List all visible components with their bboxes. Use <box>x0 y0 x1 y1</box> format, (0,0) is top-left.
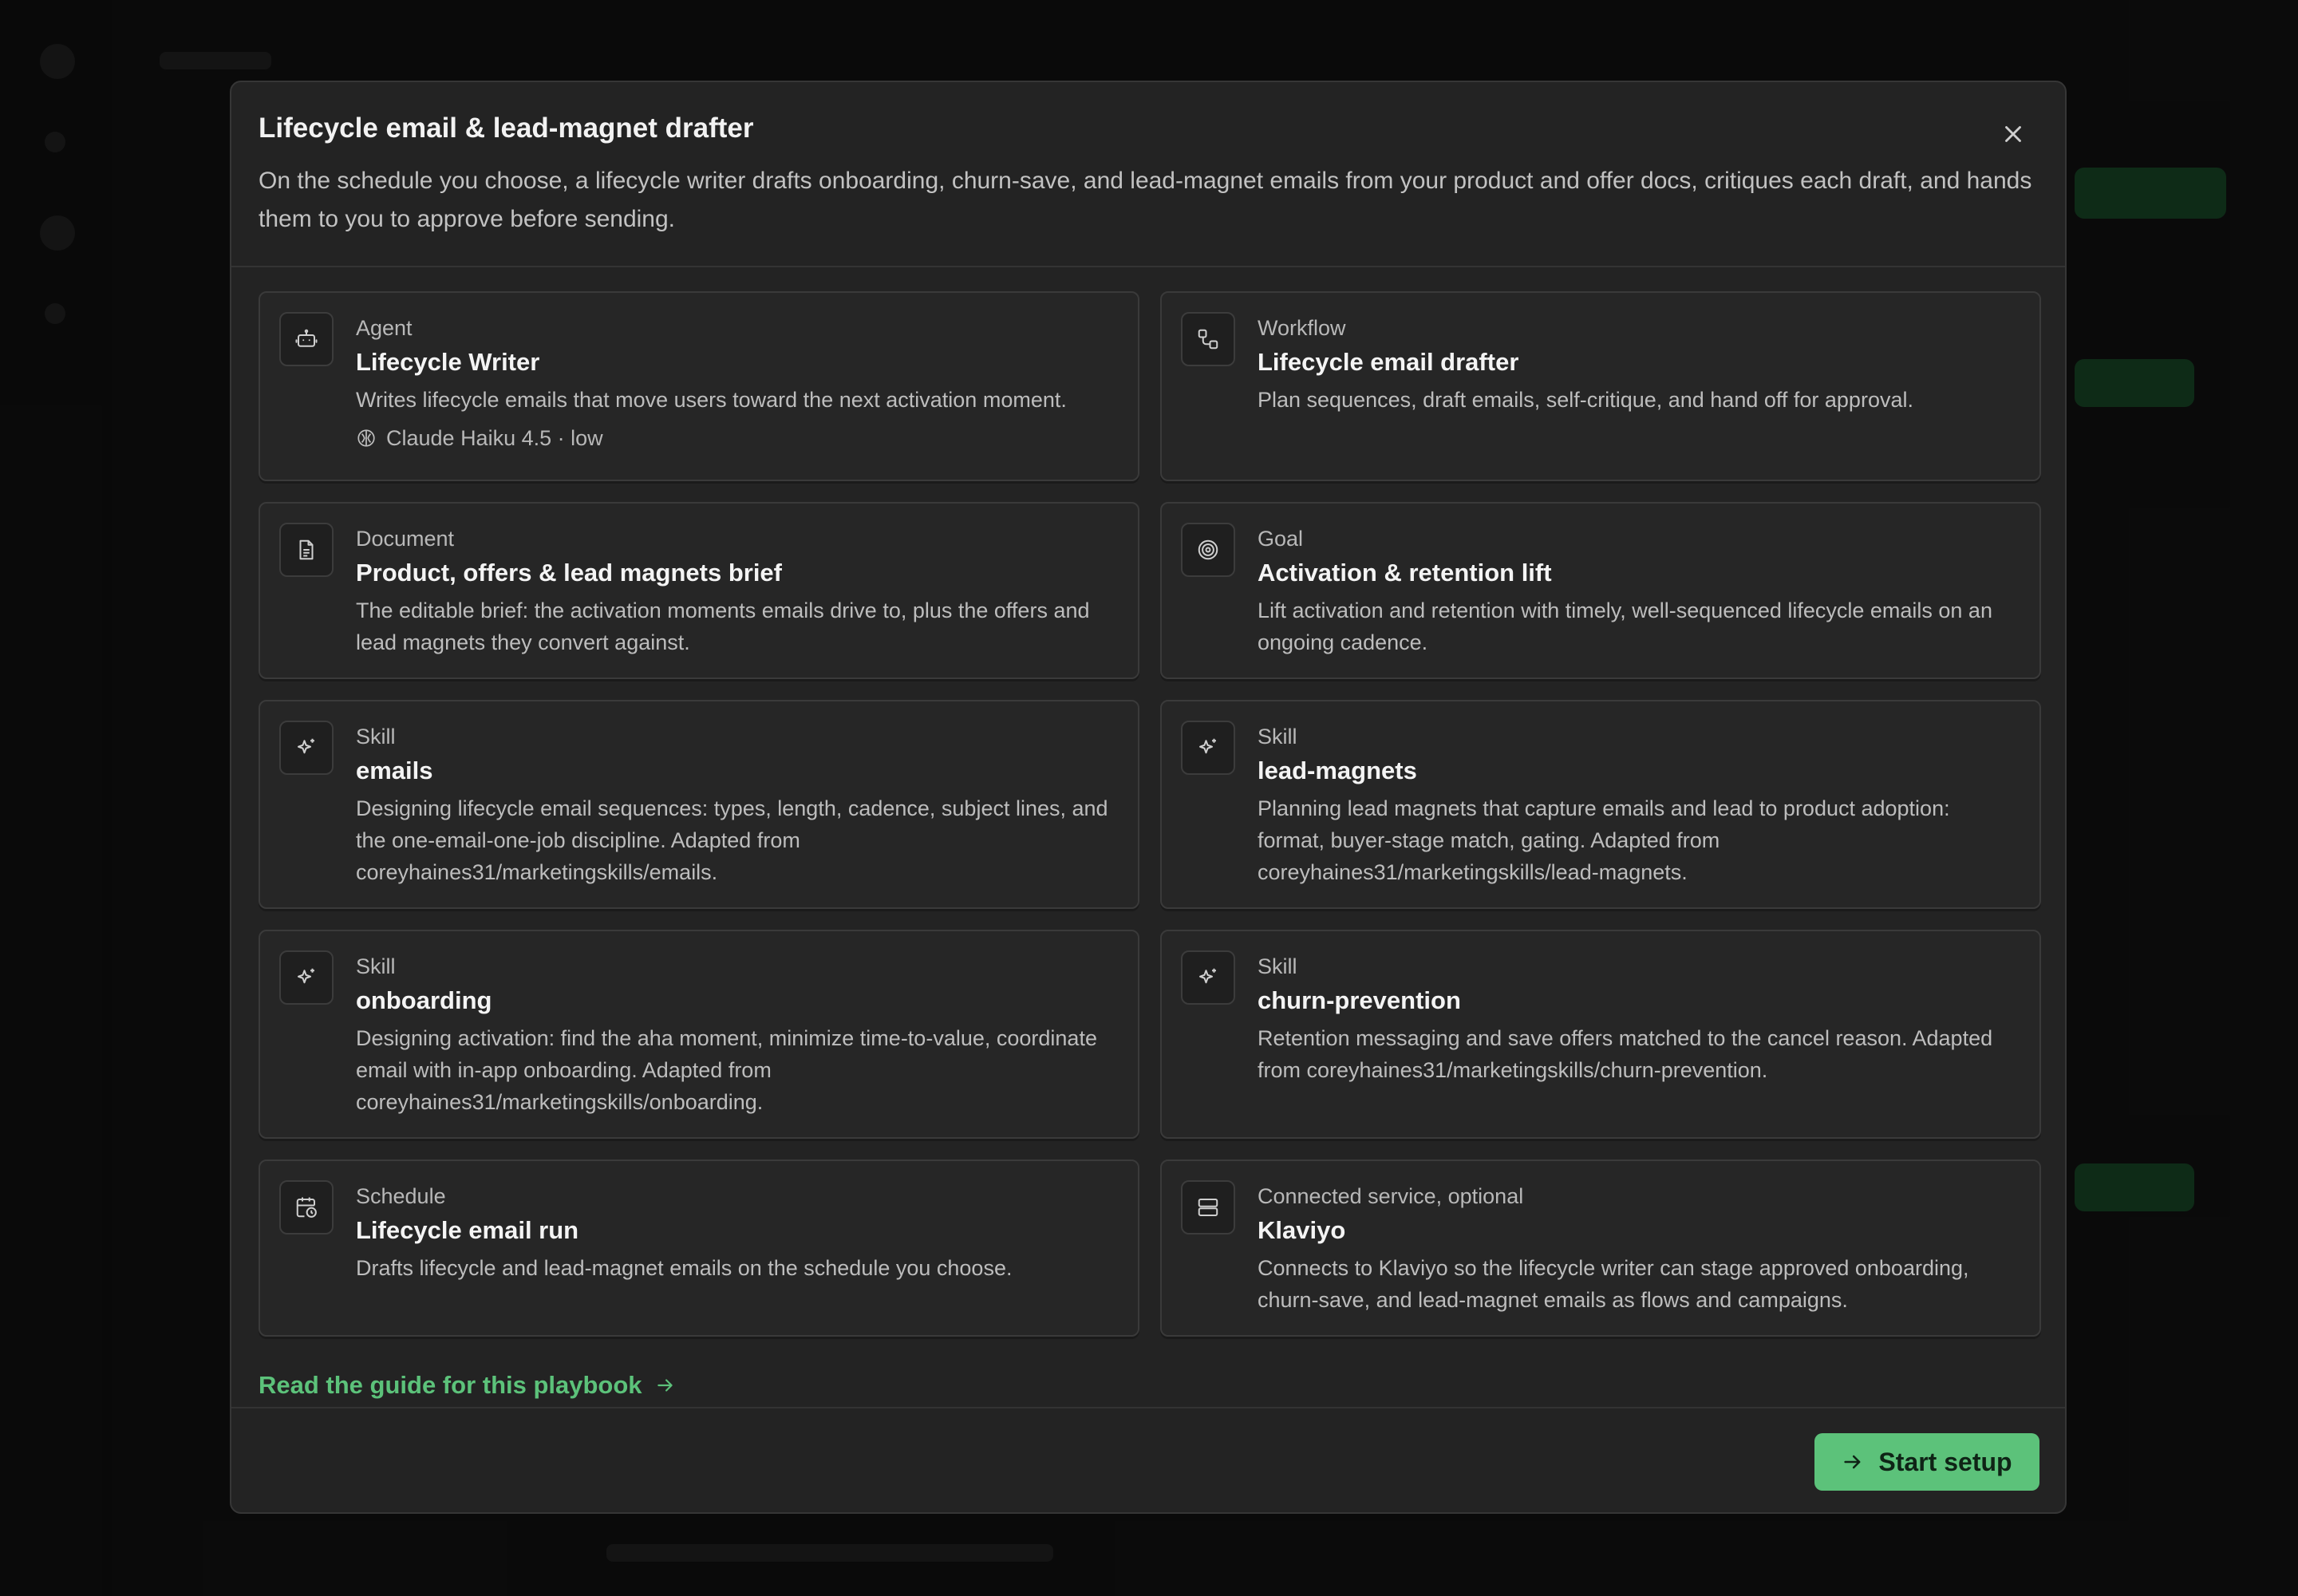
card-skill-emails[interactable]: Skill emails Designing lifecycle email s… <box>259 700 1139 909</box>
card-skill-churn-prevention[interactable]: Skill churn-prevention Retention messagi… <box>1160 930 2041 1139</box>
sparkle-icon <box>1199 738 1216 754</box>
card-document[interactable]: Document Product, offers & lead magnets … <box>259 502 1139 679</box>
card-description: Connects to Klaviyo so the lifecycle wri… <box>1258 1256 1969 1312</box>
card-description: Plan sequences, draft emails, self-criti… <box>1258 388 1913 412</box>
card-icon-box <box>279 950 334 1005</box>
card-title: lead-magnets <box>1258 757 1417 784</box>
model-info: Claude Haiku 4.5 · low <box>356 422 1114 454</box>
calendar-clock-icon <box>296 1197 317 1218</box>
card-type-label: Skill <box>1258 954 1297 978</box>
sparkle-icon <box>298 968 314 984</box>
card-description: The editable brief: the activation momen… <box>356 598 1090 654</box>
sparkle-icon <box>1199 968 1216 984</box>
card-icon-box <box>279 1180 334 1235</box>
card-skill-onboarding[interactable]: Skill onboarding Designing activation: f… <box>259 930 1139 1139</box>
card-type-label: Goal <box>1258 527 1304 551</box>
card-title: emails <box>356 757 433 784</box>
card-type-label: Agent <box>356 316 413 340</box>
model-label: Claude Haiku 4.5 · low <box>386 426 603 450</box>
card-type-label: Skill <box>356 954 396 978</box>
document-icon <box>299 539 314 560</box>
arrow-right-icon <box>1844 1455 1861 1469</box>
dialog-header: Lifecycle email & lead-magnet drafter On… <box>231 82 2065 267</box>
card-type-label: Skill <box>356 725 396 749</box>
arrow-right-icon <box>657 1379 673 1392</box>
guide-link-label: Read the guide for this playbook <box>259 1371 642 1399</box>
guide-link[interactable]: Read the guide for this playbook <box>259 1371 676 1400</box>
card-icon-box <box>1181 312 1235 366</box>
card-schedule[interactable]: Schedule Lifecycle email run Drafts life… <box>259 1159 1139 1337</box>
card-description: Planning lead magnets that capture email… <box>1258 796 1950 884</box>
card-type-label: Connected service, optional <box>1258 1184 1524 1208</box>
card-description: Writes lifecycle emails that move users … <box>356 388 1067 412</box>
card-description: Drafts lifecycle and lead-magnet emails … <box>356 1256 1013 1280</box>
close-icon <box>2005 126 2021 142</box>
card-goal[interactable]: Goal Activation & retention lift Lift ac… <box>1160 502 2041 679</box>
card-title: Lifecycle Writer <box>356 348 540 376</box>
sparkle-icon <box>298 738 314 754</box>
card-icon-box <box>1181 1180 1235 1235</box>
card-icon-box <box>279 523 334 577</box>
card-description: Designing activation: find the aha momen… <box>356 1026 1097 1114</box>
model-icon <box>357 429 375 447</box>
dialog-title: Lifecycle email & lead-magnet drafter <box>259 113 754 144</box>
server-icon <box>1198 1199 1218 1216</box>
card-type-label: Schedule <box>356 1184 446 1208</box>
start-setup-button[interactable]: Start setup <box>1814 1433 2039 1491</box>
card-description: Designing lifecycle email sequences: typ… <box>356 796 1108 884</box>
robot-icon <box>295 329 318 347</box>
card-title: Klaviyo <box>1258 1216 1346 1244</box>
card-icon-box <box>1181 950 1235 1005</box>
card-workflow[interactable]: Workflow Lifecycle email drafter Plan se… <box>1160 291 2041 481</box>
card-title: churn-prevention <box>1258 986 1461 1014</box>
card-connected-service[interactable]: Connected service, optional Klaviyo Conn… <box>1160 1159 2041 1337</box>
card-description: Lift activation and retention with timel… <box>1258 598 1992 654</box>
close-button[interactable] <box>2000 120 2027 148</box>
playbook-dialog: Lifecycle email & lead-magnet drafter On… <box>230 81 2067 1514</box>
dialog-description: On the schedule you choose, a lifecycle … <box>259 168 2032 232</box>
card-icon-box <box>279 312 334 366</box>
footer-divider <box>231 1407 2065 1408</box>
card-title: onboarding <box>356 986 492 1014</box>
card-description: Retention messaging and save offers matc… <box>1258 1026 1993 1082</box>
card-skill-lead-magnets[interactable]: Skill lead-magnets Planning lead magnets… <box>1160 700 2041 909</box>
card-type-label: Workflow <box>1258 316 1346 340</box>
card-type-label: Skill <box>1258 725 1297 749</box>
card-type-label: Document <box>356 527 455 551</box>
card-title: Product, offers & lead magnets brief <box>356 559 782 587</box>
card-agent[interactable]: Agent Lifecycle Writer Writes lifecycle … <box>259 291 1139 481</box>
card-title: Lifecycle email run <box>356 1216 579 1244</box>
workflow-icon <box>1198 329 1218 350</box>
card-icon-box <box>1181 523 1235 577</box>
card-icon-box <box>279 721 334 775</box>
start-setup-label: Start setup <box>1878 1447 2012 1476</box>
target-icon <box>1198 539 1218 560</box>
card-title: Lifecycle email drafter <box>1258 348 1519 376</box>
card-title: Activation & retention lift <box>1258 559 1552 587</box>
card-icon-box <box>1181 721 1235 775</box>
